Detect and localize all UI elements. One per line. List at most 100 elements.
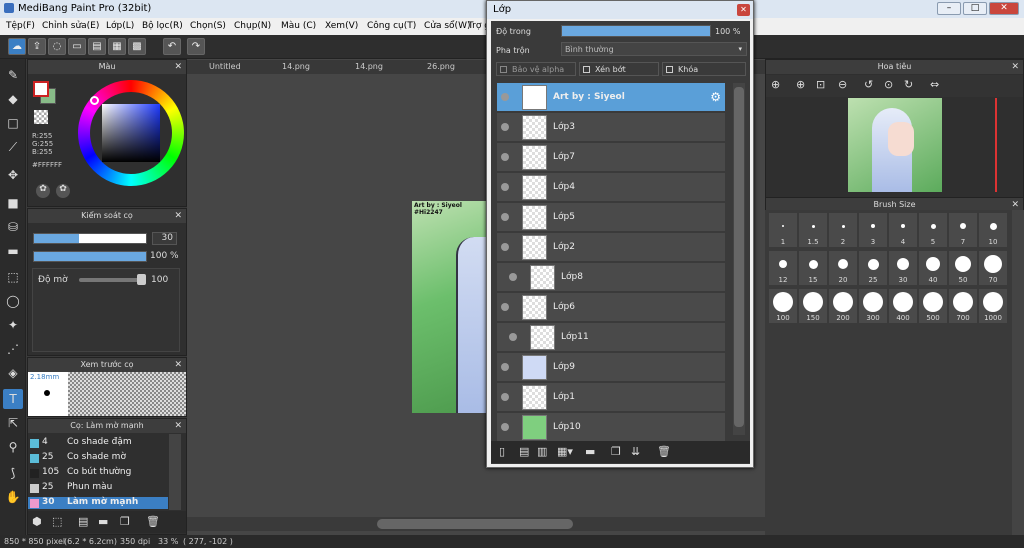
zoom-out-icon[interactable]: ⊖ (838, 78, 847, 91)
palette-icon[interactable]: ✿ (36, 184, 50, 198)
brush-size-value[interactable]: 30 (152, 232, 177, 245)
brush-opacity-slider[interactable] (33, 251, 147, 262)
brush-settings-icon[interactable]: ⬚ (52, 515, 62, 528)
brush-list-item[interactable]: 30 Làm mờ mạnh (28, 497, 168, 509)
palette-add-icon[interactable]: ✿ (56, 184, 70, 198)
brush-size-cell[interactable]: 400 (889, 289, 917, 323)
brush-list-scrollbar[interactable] (169, 434, 181, 510)
redo-icon[interactable]: ↷ (187, 38, 205, 55)
hue-ring[interactable] (78, 80, 184, 186)
hue-handle[interactable] (90, 96, 99, 105)
menu-item[interactable]: Lớp(L) (106, 21, 134, 31)
eye-icon[interactable] (501, 123, 509, 131)
menu-item[interactable]: Xem(V) (325, 21, 358, 31)
gear-icon[interactable]: ⚙ (710, 90, 721, 104)
eye-icon[interactable] (501, 243, 509, 251)
zoom-fit-icon[interactable]: ⊕ (771, 78, 780, 91)
menu-item[interactable]: Cửa sổ(W) (424, 21, 470, 31)
panel-close-icon[interactable]: ✕ (1011, 60, 1019, 74)
brush-size-cell[interactable]: 70 (979, 251, 1007, 285)
menu-item[interactable]: Chỉnh sửa(E) (42, 21, 99, 31)
layer-scroll-thumb[interactable] (734, 87, 744, 427)
canvas-tab[interactable]: 14.png (282, 62, 310, 71)
minimize-button[interactable]: – (937, 2, 961, 15)
merge-down-icon[interactable]: ⇊ (631, 445, 640, 458)
undo-icon[interactable]: ↶ (163, 38, 181, 55)
share-icon[interactable]: ⇪ (28, 38, 46, 55)
layer-row[interactable]: Lớp6 (497, 293, 725, 322)
layer-row[interactable]: Art by : Siyeol ⚙ (497, 83, 725, 112)
layer-row[interactable]: Lớp11 (497, 323, 725, 352)
eye-icon[interactable] (501, 153, 509, 161)
brush-size-slider[interactable] (33, 233, 147, 244)
blend-mode-select[interactable]: Bình thường ▾ (561, 42, 747, 56)
menu-item[interactable]: Bộ lọc(R) (142, 21, 183, 31)
chat-icon[interactable]: ▭ (68, 38, 86, 55)
canvas-tab[interactable]: 26.png (427, 62, 455, 71)
brush-size-cell[interactable]: 20 (829, 251, 857, 285)
folder-icon[interactable]: ▬ (585, 445, 595, 458)
close-button[interactable]: ✕ (989, 2, 1019, 15)
fill-shape-icon[interactable]: ■ (3, 193, 23, 213)
canvas-tab[interactable]: Untitled (209, 62, 241, 71)
select-pen-icon[interactable]: ⋰ (3, 339, 23, 359)
layer-row[interactable]: Lớp9 (497, 353, 725, 382)
new-8bit-layer-icon[interactable]: ▥ (537, 445, 547, 458)
gradient-tool-icon[interactable]: ▬ (3, 241, 23, 261)
add-layer-menu-icon[interactable]: ▦▾ (557, 445, 573, 458)
layer-window-close-icon[interactable]: ✕ (737, 4, 750, 16)
eye-icon[interactable] (501, 393, 509, 401)
eyedropper-icon[interactable]: ⟆ (3, 463, 23, 483)
eye-icon[interactable] (509, 273, 517, 281)
rotate-left-icon[interactable]: ↺ (864, 78, 873, 91)
new-halftone-layer-icon[interactable]: ▤ (519, 445, 529, 458)
brush-size-cell[interactable]: 10 (979, 213, 1007, 247)
layer-row[interactable]: Lớp2 (497, 233, 725, 262)
brush-size-cell[interactable]: 15 (799, 251, 827, 285)
brush-size-cell[interactable]: 1 (769, 213, 797, 247)
menu-item[interactable]: Công cụ(T) (367, 21, 416, 31)
brush-size-cell[interactable]: 7 (949, 213, 977, 247)
eye-icon[interactable] (501, 93, 509, 101)
layer-row[interactable]: Lớp4 (497, 173, 725, 202)
h-scroll-thumb[interactable] (377, 519, 573, 529)
layer-row[interactable]: Lớp1 (497, 383, 725, 412)
panel-close-icon[interactable]: ✕ (174, 209, 182, 223)
actual-size-icon[interactable]: ⊡ (816, 78, 825, 91)
bucket-tool-icon[interactable]: ⛁ (3, 217, 23, 237)
brush-size-cell[interactable]: 1.5 (799, 213, 827, 247)
brush-size-cell[interactable]: 40 (919, 251, 947, 285)
magic-wand-icon[interactable]: ✦ (3, 315, 23, 335)
foreground-color-swatch[interactable] (33, 81, 49, 97)
page-icon[interactable]: ▦ (108, 38, 126, 55)
layer-row[interactable]: Lớp5 (497, 203, 725, 232)
brush-size-cell[interactable]: 30 (889, 251, 917, 285)
brush-size-cell[interactable]: 150 (799, 289, 827, 323)
layer-row[interactable]: Lớp3 (497, 113, 725, 142)
eraser-tool-icon[interactable]: ◆ (3, 89, 23, 109)
brush-size-cell[interactable]: 2 (829, 213, 857, 247)
protect-alpha-checkbox[interactable]: Bảo vệ alpha (496, 62, 576, 76)
dot-pen-icon[interactable]: ⟋ (3, 137, 23, 157)
brush-size-cell[interactable]: 50 (949, 251, 977, 285)
layer-opacity-slider[interactable] (561, 25, 711, 37)
saturation-square[interactable] (102, 104, 160, 162)
comment-icon[interactable]: ◌ (48, 38, 66, 55)
brush-list-item[interactable]: 25 Phun màu (28, 482, 168, 494)
navigator-thumbnail[interactable] (848, 98, 942, 192)
select-eraser-icon[interactable]: ◈ (3, 363, 23, 383)
eye-icon[interactable] (501, 363, 509, 371)
lasso-tool-icon[interactable]: ◯ (3, 291, 23, 311)
brush-size-cell[interactable]: 4 (889, 213, 917, 247)
brush-tool-icon[interactable]: ✎ (3, 65, 23, 85)
artwork-canvas[interactable]: Art by : Siyeol #Hi2247 (412, 201, 488, 413)
brush-size-cell[interactable]: 200 (829, 289, 857, 323)
document-icon[interactable]: ▤ (88, 38, 106, 55)
eye-icon[interactable] (501, 423, 509, 431)
lock-checkbox[interactable]: Khóa (662, 62, 746, 76)
eye-icon[interactable] (501, 213, 509, 221)
add-brush-icon[interactable]: ⬢ (32, 515, 42, 528)
folder-icon[interactable]: ▬ (98, 515, 108, 528)
layer-list-scrollbar[interactable] (733, 83, 745, 435)
brush-size-cell[interactable]: 100 (769, 289, 797, 323)
